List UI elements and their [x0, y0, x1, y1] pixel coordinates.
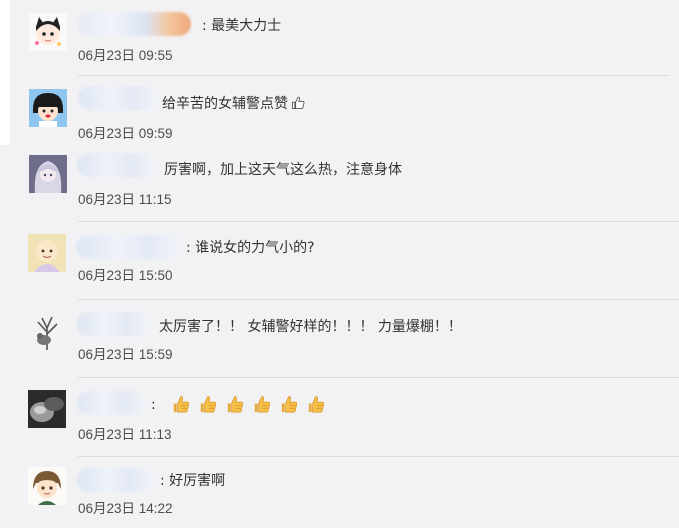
thumbs-up-icon — [224, 394, 245, 415]
comment-item: : 06月23日 11:13 — [0, 378, 679, 457]
comment-time: 06月23日 15:50 — [78, 268, 173, 283]
comment-item: 厉害啊，加上这天气这么热，注意身体 06月23日 11:15 — [0, 145, 679, 222]
comment-text-content: 给辛苦的女辅警点赞 — [162, 96, 288, 112]
comment-panel-bottom: 厉害啊，加上这天气这么热，注意身体 06月23日 11:15 : 谁说女的力气小… — [0, 145, 679, 528]
bald-cartoon-avatar-icon — [28, 234, 66, 272]
comment-item: : 最美大力士 06月23日 09:55 — [10, 0, 679, 76]
avatar[interactable] — [28, 234, 66, 272]
comment-time: 06月23日 09:55 — [78, 48, 173, 63]
avatar[interactable] — [28, 467, 66, 505]
comment-time: 06月23日 11:13 — [78, 427, 172, 442]
comment-text: : 谁说女的力气小的? — [186, 240, 315, 256]
comment-time: 06月23日 15:59 — [78, 347, 173, 362]
thumbs-up-icon — [197, 394, 218, 415]
comment-text: 厉害啊，加上这天气这么热，注意身体 — [164, 162, 402, 178]
username-blurred[interactable] — [78, 12, 191, 36]
anime-character-avatar-icon — [29, 155, 67, 193]
thumbs-up-icon — [278, 394, 299, 415]
comment-time: 06月23日 14:22 — [78, 501, 173, 516]
thumbs-up-icon — [290, 95, 306, 117]
avatar[interactable] — [29, 89, 67, 127]
avatar[interactable] — [28, 312, 66, 350]
comment-text: : 最美大力士 — [202, 18, 282, 34]
comment-text-content: : — [151, 396, 156, 413]
cartoon-girl-avatar-icon — [29, 89, 67, 127]
thumbs-up-icon — [305, 394, 326, 415]
comment-text: 太厉害了！！ 女辅警好样的！！！ 力量爆棚！！ — [159, 319, 462, 335]
anime-boy-avatar-icon — [28, 467, 66, 505]
thumbs-up-row — [170, 394, 332, 415]
username-blurred[interactable] — [77, 312, 149, 336]
comment-text: : — [151, 394, 332, 415]
username-blurred[interactable] — [78, 86, 158, 110]
cat-girl-avatar-icon — [29, 13, 67, 51]
comment-item: 给辛苦的女辅警点赞 06月23日 09:59 — [10, 76, 679, 145]
avatar[interactable] — [29, 155, 67, 193]
username-blurred[interactable] — [76, 235, 180, 259]
comment-item: 太厉害了！！ 女辅警好样的！！！ 力量爆棚！！ 06月23日 15:59 — [0, 300, 679, 378]
avatar[interactable] — [29, 13, 67, 51]
username-blurred[interactable] — [77, 468, 153, 492]
comment-item: : 好厉害啊 06月23日 14:22 — [0, 457, 679, 528]
comment-text: 给辛苦的女辅警点赞 — [162, 94, 306, 117]
monochrome-photo-avatar-icon — [28, 390, 66, 428]
username-blurred[interactable] — [77, 391, 145, 415]
comment-time: 06月23日 11:15 — [78, 192, 172, 207]
winter-tree-avatar-icon — [28, 312, 66, 350]
comment-text: : 好厉害啊 — [160, 473, 226, 489]
username-blurred[interactable] — [77, 153, 154, 177]
thumbs-up-icon — [251, 394, 272, 415]
comment-time: 06月23日 09:59 — [78, 126, 173, 141]
comment-item: : 谁说女的力气小的? 06月23日 15:50 — [0, 222, 679, 300]
thumbs-up-icon — [170, 394, 191, 415]
comment-panel-top: : 最美大力士 06月23日 09:55 给辛苦的女辅警点赞 06月23日 09… — [10, 0, 679, 145]
avatar[interactable] — [28, 390, 66, 428]
